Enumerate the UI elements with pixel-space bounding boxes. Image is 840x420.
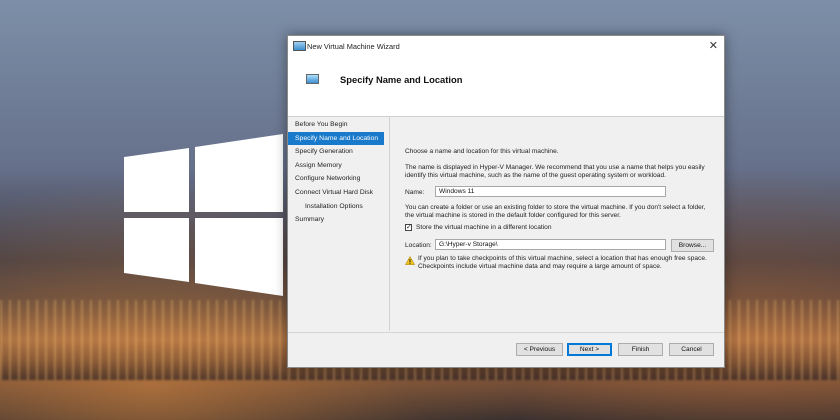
wizard-header: Specify Name and Location xyxy=(288,56,724,117)
name-label: Name: xyxy=(405,189,425,196)
windows-logo-pane-bottom-left xyxy=(124,218,189,282)
nav-item-connect-virtual-hard-disk[interactable]: Connect Virtual Hard Disk xyxy=(288,186,384,200)
checkpoint-warning-text: If you plan to take checkpoints of this … xyxy=(418,255,707,271)
nav-item-specify-name-and-location[interactable]: Specify Name and Location xyxy=(288,131,384,146)
wizard-steps-nav: Before You Begin Specify Name and Locati… xyxy=(288,118,384,227)
hyper-v-app-icon xyxy=(293,41,306,51)
windows-logo-pane-bottom-right xyxy=(195,218,283,296)
intro-text: Choose a name and location for this virt… xyxy=(405,148,559,155)
finish-button[interactable]: Finish xyxy=(618,343,663,356)
checkmark-icon: ✓ xyxy=(406,224,412,231)
page-title: Specify Name and Location xyxy=(340,74,463,85)
nav-item-specify-generation[interactable]: Specify Generation xyxy=(288,145,384,159)
nav-divider xyxy=(389,116,390,331)
store-location-checkbox[interactable]: ✓ xyxy=(405,224,412,231)
wizard-page-icon xyxy=(306,74,319,84)
store-location-checkbox-label[interactable]: Store the virtual machine in a different… xyxy=(416,224,552,231)
cancel-button[interactable]: Cancel xyxy=(669,343,714,356)
browse-button[interactable]: Browse... xyxy=(671,239,714,252)
nav-item-before-you-begin[interactable]: Before You Begin xyxy=(288,118,384,132)
nav-item-installation-options[interactable]: Installation Options xyxy=(288,200,384,214)
new-vm-wizard-dialog: New Virtual Machine Wizard ✕ Specify Nam… xyxy=(287,35,725,368)
close-icon[interactable]: ✕ xyxy=(709,39,718,52)
footer-divider xyxy=(288,332,724,333)
nav-item-summary[interactable]: Summary xyxy=(288,213,384,227)
name-input[interactable] xyxy=(435,186,666,197)
previous-button[interactable]: < Previous xyxy=(516,343,563,356)
location-label: Location: xyxy=(405,242,432,249)
nav-item-configure-networking[interactable]: Configure Networking xyxy=(288,172,384,186)
window-title: New Virtual Machine Wizard xyxy=(307,42,400,51)
nav-item-assign-memory[interactable]: Assign Memory xyxy=(288,159,384,173)
folder-help-text: You can create a folder or use an existi… xyxy=(405,204,706,220)
next-button[interactable]: Next > xyxy=(567,343,612,356)
name-help-text: The name is displayed in Hyper-V Manager… xyxy=(405,164,705,180)
windows-logo-pane-top-right xyxy=(195,134,283,212)
location-input[interactable] xyxy=(435,239,666,250)
warning-icon xyxy=(405,256,415,265)
windows-logo-pane-top-left xyxy=(124,148,189,212)
title-bar: New Virtual Machine Wizard ✕ xyxy=(288,36,724,56)
